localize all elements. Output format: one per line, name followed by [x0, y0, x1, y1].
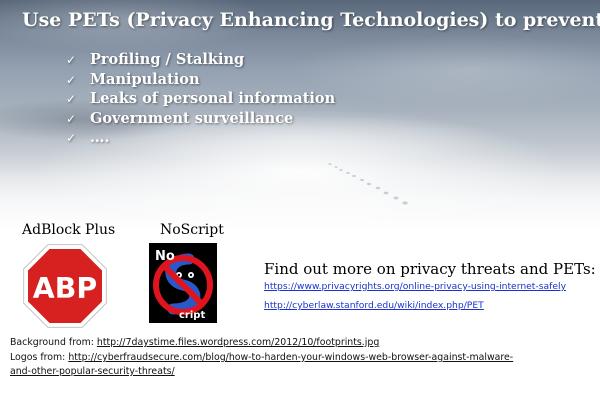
- abp-text: ABP: [33, 272, 97, 305]
- slide-title: Use PETs (Privacy Enhancing Technologies…: [22, 9, 600, 31]
- bullet-text: Government surveillance: [90, 109, 294, 127]
- check-icon: ✓: [66, 131, 77, 145]
- noscript-label: NoScript: [160, 222, 224, 238]
- logos-source-link-continued[interactable]: and-other-popular-security-threats/: [10, 366, 175, 377]
- bullet-text: ….: [90, 129, 110, 146]
- bullet-item: ✓ Government surveillance: [66, 109, 335, 129]
- noscript-script-text: cript: [179, 310, 205, 321]
- bullet-list: ✓ Profiling / Stalking ✓ Manipulation ✓ Lea…: [66, 50, 335, 148]
- bullet-text: Profiling / Stalking: [90, 51, 245, 68]
- info-heading: Find out more on privacy threats and PET…: [264, 260, 596, 278]
- background-credit-label: Background from:: [10, 337, 94, 348]
- bullet-text: Manipulation: [90, 70, 200, 88]
- logos-credit-label: Logos from:: [10, 352, 66, 363]
- background-credit: Background from: http://7daystime.files.…: [10, 337, 379, 348]
- logos-source-link[interactable]: http://cyberfraudsecure.com/blog/how-to-…: [68, 352, 513, 363]
- stanford-pet-link[interactable]: http://cyberlaw.stanford.edu/wiki/index.…: [264, 300, 484, 311]
- background-source-link[interactable]: http://7daystime.files.wordpress.com/201…: [97, 337, 379, 348]
- bullet-item: ✓ Manipulation: [66, 70, 335, 90]
- bullet-text: Leaks of personal information: [90, 90, 336, 107]
- logos-credit-continued: and-other-popular-security-threats/: [10, 366, 175, 377]
- privacyrights-link[interactable]: https://www.privacyrights.org/online-pri…: [264, 281, 566, 292]
- adblock-plus-label: AdBlock Plus: [22, 222, 116, 238]
- noscript-no-text: No: [155, 249, 175, 264]
- footprints-in-snow: [328, 163, 408, 205]
- check-icon: ✓: [66, 92, 77, 106]
- adblock-plus-logo: ABP: [23, 244, 107, 328]
- check-icon: ✓: [66, 72, 77, 87]
- noscript-logo: No cript: [149, 243, 217, 323]
- bullet-item: ✓ ….: [66, 128, 335, 148]
- check-icon: ✓: [66, 111, 77, 126]
- bullet-item: ✓ Profiling / Stalking: [66, 50, 335, 70]
- check-icon: ✓: [66, 53, 77, 67]
- slide: Use PETs (Privacy Enhancing Technologies…: [0, 0, 600, 400]
- logos-credit: Logos from: http://cyberfraudsecure.com/…: [10, 352, 513, 363]
- bullet-item: ✓ Leaks of personal information: [66, 89, 335, 109]
